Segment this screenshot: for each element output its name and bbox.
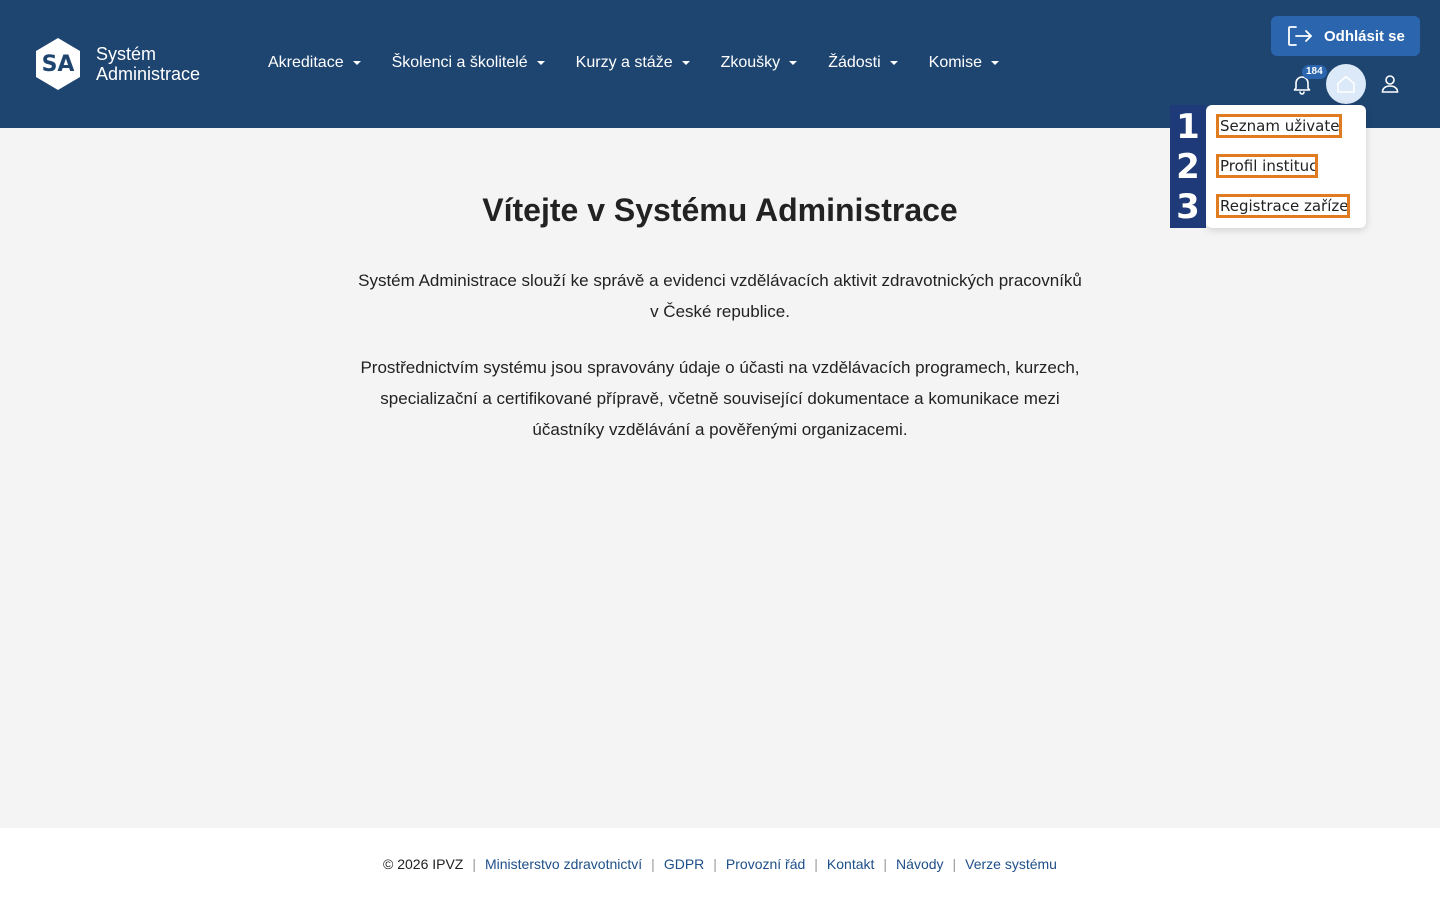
main-nav: Akreditace Školenci a školitelé Kurzy a … (268, 52, 1030, 74)
separator: | (713, 856, 717, 872)
nav-skolenci[interactable]: Školenci a školitelé (392, 52, 545, 74)
footer-link-kontakt[interactable]: Kontakt (827, 856, 874, 872)
separator: | (952, 856, 957, 872)
nav-label: Žádosti (828, 54, 881, 71)
logout-button[interactable]: Odhlásit se (1271, 16, 1420, 56)
footer: © 2026 IPVZ | Ministerstvo zdravotnictví… (0, 828, 1440, 900)
nav-zadosti[interactable]: Žádosti (828, 52, 898, 74)
nav-label: Komise (928, 54, 983, 71)
chevron-down-icon (352, 61, 361, 65)
chevron-down-icon (681, 61, 690, 65)
nav-kurzy[interactable]: Kurzy a stáže (576, 52, 690, 74)
separator: | (814, 856, 818, 872)
text-line: specializační a certifikované přípravě, … (380, 389, 1060, 408)
nav-akreditace[interactable]: Akreditace (268, 52, 361, 74)
logout-icon (1288, 26, 1312, 46)
home-button[interactable] (1326, 64, 1366, 104)
home-icon (1337, 75, 1355, 93)
footer-link-verze-systemu[interactable]: Verze systému (965, 856, 1057, 872)
chevron-down-icon (889, 61, 898, 65)
nav-komise[interactable]: Komise (928, 52, 1000, 74)
menu-item-seznam-uzivatelu[interactable]: Seznam uživatelů (1216, 114, 1342, 138)
footer-link-ministerstvo[interactable]: Ministerstvo zdravotnictví (485, 856, 642, 872)
logout-label: Odhlásit se (1324, 27, 1405, 45)
nav-label: Zkoušky (720, 54, 781, 71)
marker-number: 1 (1176, 107, 1200, 147)
logo-text: Systém Administrace (96, 44, 200, 84)
nav-label: Kurzy a stáže (575, 54, 673, 71)
logo-line2: Administrace (96, 64, 201, 84)
chevron-down-icon (536, 61, 545, 65)
logo-initials: SA (41, 51, 75, 77)
separator: | (651, 856, 655, 872)
page-title: Vítejte v Systému Administrace (482, 192, 958, 228)
footer-link-gdpr[interactable]: GDPR (664, 856, 704, 872)
text-line: Systém Administrace slouží ke správě a e… (358, 271, 1082, 290)
nav-zkousky[interactable]: Zkoušky (721, 52, 798, 74)
text-line: v České republice. (650, 302, 790, 321)
copyright: © 2026 IPVZ (383, 856, 464, 872)
separator: | (883, 856, 888, 872)
user-icon[interactable] (1378, 72, 1402, 96)
notification-badge: 184 (1302, 65, 1327, 79)
description-paragraph: Prostřednictvím systému jsou spravovány … (320, 352, 1120, 445)
separator: | (472, 856, 476, 872)
nav-label: Akreditace (268, 54, 344, 71)
logo-line1: Systém (96, 44, 157, 64)
logo-hexagon: SA (34, 37, 82, 91)
footer-link-navody[interactable]: Návody (896, 856, 943, 872)
menu-item-profil-instituce[interactable]: Profil instituce (1216, 154, 1318, 178)
chevron-down-icon (991, 61, 1000, 65)
text-line: účastníky vzdělávání a pověřenými organi… (532, 420, 908, 439)
app-logo[interactable]: SA Systém Administrace (34, 37, 200, 91)
chevron-down-icon (789, 61, 798, 65)
text-line: Prostřednictvím systému jsou spravovány … (360, 358, 1080, 377)
intro-paragraph: Systém Administrace slouží ke správě a e… (320, 265, 1120, 327)
footer-link-provozni-rad[interactable]: Provozní řád (726, 856, 805, 872)
nav-label: Školenci a školitelé (391, 54, 528, 71)
marker-number: 2 (1176, 147, 1200, 187)
